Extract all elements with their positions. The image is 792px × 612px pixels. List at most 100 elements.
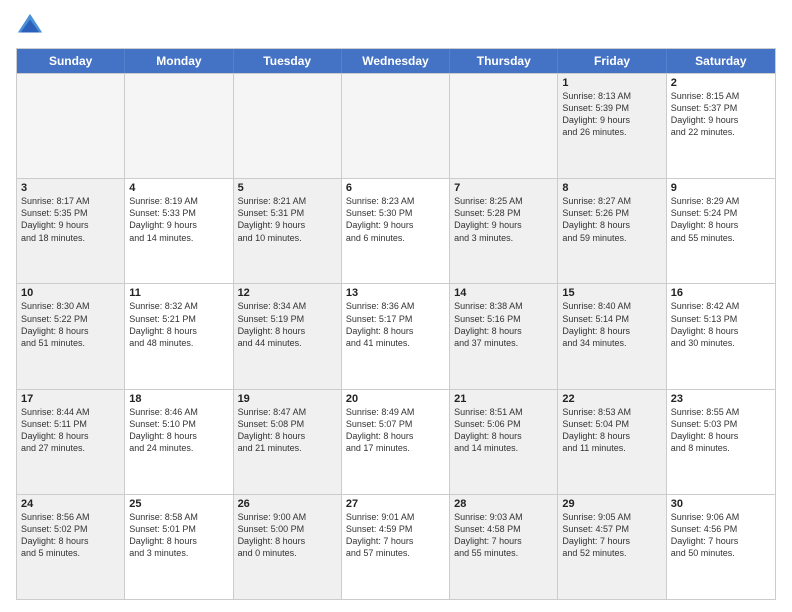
cell-info: Sunrise: 8:21 AM Sunset: 5:31 PM Dayligh… (238, 195, 337, 244)
calendar-cell: 28Sunrise: 9:03 AM Sunset: 4:58 PM Dayli… (450, 495, 558, 599)
day-number: 20 (346, 393, 445, 405)
calendar-cell: 11Sunrise: 8:32 AM Sunset: 5:21 PM Dayli… (125, 284, 233, 388)
calendar-cell: 26Sunrise: 9:00 AM Sunset: 5:00 PM Dayli… (234, 495, 342, 599)
calendar-cell: 2Sunrise: 8:15 AM Sunset: 5:37 PM Daylig… (667, 74, 775, 178)
calendar-cell: 22Sunrise: 8:53 AM Sunset: 5:04 PM Dayli… (558, 390, 666, 494)
cell-info: Sunrise: 8:17 AM Sunset: 5:35 PM Dayligh… (21, 195, 120, 244)
cell-info: Sunrise: 8:46 AM Sunset: 5:10 PM Dayligh… (129, 406, 228, 455)
day-number: 25 (129, 498, 228, 510)
day-number: 3 (21, 182, 120, 194)
calendar-cell (125, 74, 233, 178)
calendar-week-1: 3Sunrise: 8:17 AM Sunset: 5:35 PM Daylig… (17, 178, 775, 283)
day-number: 22 (562, 393, 661, 405)
calendar-cell: 9Sunrise: 8:29 AM Sunset: 5:24 PM Daylig… (667, 179, 775, 283)
day-number: 21 (454, 393, 553, 405)
calendar-cell: 4Sunrise: 8:19 AM Sunset: 5:33 PM Daylig… (125, 179, 233, 283)
calendar-cell: 1Sunrise: 8:13 AM Sunset: 5:39 PM Daylig… (558, 74, 666, 178)
cell-info: Sunrise: 8:29 AM Sunset: 5:24 PM Dayligh… (671, 195, 771, 244)
calendar-cell: 14Sunrise: 8:38 AM Sunset: 5:16 PM Dayli… (450, 284, 558, 388)
day-number: 4 (129, 182, 228, 194)
cell-info: Sunrise: 9:01 AM Sunset: 4:59 PM Dayligh… (346, 511, 445, 560)
day-number: 13 (346, 287, 445, 299)
cell-info: Sunrise: 8:44 AM Sunset: 5:11 PM Dayligh… (21, 406, 120, 455)
calendar-cell: 29Sunrise: 9:05 AM Sunset: 4:57 PM Dayli… (558, 495, 666, 599)
calendar-cell: 12Sunrise: 8:34 AM Sunset: 5:19 PM Dayli… (234, 284, 342, 388)
day-number: 6 (346, 182, 445, 194)
calendar-cell: 20Sunrise: 8:49 AM Sunset: 5:07 PM Dayli… (342, 390, 450, 494)
cell-info: Sunrise: 8:30 AM Sunset: 5:22 PM Dayligh… (21, 300, 120, 349)
header (16, 12, 776, 40)
cell-info: Sunrise: 8:32 AM Sunset: 5:21 PM Dayligh… (129, 300, 228, 349)
calendar-cell: 6Sunrise: 8:23 AM Sunset: 5:30 PM Daylig… (342, 179, 450, 283)
header-day-monday: Monday (125, 49, 233, 73)
calendar-cell: 21Sunrise: 8:51 AM Sunset: 5:06 PM Dayli… (450, 390, 558, 494)
calendar-week-0: 1Sunrise: 8:13 AM Sunset: 5:39 PM Daylig… (17, 73, 775, 178)
calendar-cell: 27Sunrise: 9:01 AM Sunset: 4:59 PM Dayli… (342, 495, 450, 599)
day-number: 24 (21, 498, 120, 510)
cell-info: Sunrise: 8:38 AM Sunset: 5:16 PM Dayligh… (454, 300, 553, 349)
header-day-saturday: Saturday (667, 49, 775, 73)
day-number: 15 (562, 287, 661, 299)
cell-info: Sunrise: 8:58 AM Sunset: 5:01 PM Dayligh… (129, 511, 228, 560)
day-number: 19 (238, 393, 337, 405)
day-number: 14 (454, 287, 553, 299)
calendar-cell (450, 74, 558, 178)
cell-info: Sunrise: 8:53 AM Sunset: 5:04 PM Dayligh… (562, 406, 661, 455)
cell-info: Sunrise: 8:34 AM Sunset: 5:19 PM Dayligh… (238, 300, 337, 349)
calendar-cell: 8Sunrise: 8:27 AM Sunset: 5:26 PM Daylig… (558, 179, 666, 283)
logo (16, 12, 48, 40)
cell-info: Sunrise: 8:49 AM Sunset: 5:07 PM Dayligh… (346, 406, 445, 455)
cell-info: Sunrise: 9:05 AM Sunset: 4:57 PM Dayligh… (562, 511, 661, 560)
calendar-cell: 25Sunrise: 8:58 AM Sunset: 5:01 PM Dayli… (125, 495, 233, 599)
day-number: 12 (238, 287, 337, 299)
page: SundayMondayTuesdayWednesdayThursdayFrid… (0, 0, 792, 612)
calendar-cell: 16Sunrise: 8:42 AM Sunset: 5:13 PM Dayli… (667, 284, 775, 388)
calendar-cell: 18Sunrise: 8:46 AM Sunset: 5:10 PM Dayli… (125, 390, 233, 494)
calendar-cell: 17Sunrise: 8:44 AM Sunset: 5:11 PM Dayli… (17, 390, 125, 494)
day-number: 16 (671, 287, 771, 299)
cell-info: Sunrise: 9:06 AM Sunset: 4:56 PM Dayligh… (671, 511, 771, 560)
cell-info: Sunrise: 8:15 AM Sunset: 5:37 PM Dayligh… (671, 90, 771, 139)
cell-info: Sunrise: 9:03 AM Sunset: 4:58 PM Dayligh… (454, 511, 553, 560)
cell-info: Sunrise: 9:00 AM Sunset: 5:00 PM Dayligh… (238, 511, 337, 560)
day-number: 5 (238, 182, 337, 194)
header-day-wednesday: Wednesday (342, 49, 450, 73)
cell-info: Sunrise: 8:13 AM Sunset: 5:39 PM Dayligh… (562, 90, 661, 139)
calendar-week-3: 17Sunrise: 8:44 AM Sunset: 5:11 PM Dayli… (17, 389, 775, 494)
calendar-cell (342, 74, 450, 178)
calendar-cell: 7Sunrise: 8:25 AM Sunset: 5:28 PM Daylig… (450, 179, 558, 283)
cell-info: Sunrise: 8:55 AM Sunset: 5:03 PM Dayligh… (671, 406, 771, 455)
header-day-thursday: Thursday (450, 49, 558, 73)
day-number: 1 (562, 77, 661, 89)
cell-info: Sunrise: 8:47 AM Sunset: 5:08 PM Dayligh… (238, 406, 337, 455)
calendar-cell: 19Sunrise: 8:47 AM Sunset: 5:08 PM Dayli… (234, 390, 342, 494)
cell-info: Sunrise: 8:36 AM Sunset: 5:17 PM Dayligh… (346, 300, 445, 349)
day-number: 11 (129, 287, 228, 299)
calendar-header-row: SundayMondayTuesdayWednesdayThursdayFrid… (17, 49, 775, 73)
cell-info: Sunrise: 8:23 AM Sunset: 5:30 PM Dayligh… (346, 195, 445, 244)
day-number: 2 (671, 77, 771, 89)
cell-info: Sunrise: 8:40 AM Sunset: 5:14 PM Dayligh… (562, 300, 661, 349)
day-number: 26 (238, 498, 337, 510)
calendar-cell: 23Sunrise: 8:55 AM Sunset: 5:03 PM Dayli… (667, 390, 775, 494)
day-number: 8 (562, 182, 661, 194)
calendar: SundayMondayTuesdayWednesdayThursdayFrid… (16, 48, 776, 600)
calendar-cell: 24Sunrise: 8:56 AM Sunset: 5:02 PM Dayli… (17, 495, 125, 599)
cell-info: Sunrise: 8:19 AM Sunset: 5:33 PM Dayligh… (129, 195, 228, 244)
cell-info: Sunrise: 8:27 AM Sunset: 5:26 PM Dayligh… (562, 195, 661, 244)
day-number: 23 (671, 393, 771, 405)
calendar-cell: 13Sunrise: 8:36 AM Sunset: 5:17 PM Dayli… (342, 284, 450, 388)
day-number: 7 (454, 182, 553, 194)
calendar-cell: 30Sunrise: 9:06 AM Sunset: 4:56 PM Dayli… (667, 495, 775, 599)
day-number: 17 (21, 393, 120, 405)
calendar-body: 1Sunrise: 8:13 AM Sunset: 5:39 PM Daylig… (17, 73, 775, 599)
header-day-friday: Friday (558, 49, 666, 73)
calendar-week-4: 24Sunrise: 8:56 AM Sunset: 5:02 PM Dayli… (17, 494, 775, 599)
day-number: 27 (346, 498, 445, 510)
cell-info: Sunrise: 8:56 AM Sunset: 5:02 PM Dayligh… (21, 511, 120, 560)
calendar-cell: 5Sunrise: 8:21 AM Sunset: 5:31 PM Daylig… (234, 179, 342, 283)
header-day-tuesday: Tuesday (234, 49, 342, 73)
day-number: 9 (671, 182, 771, 194)
header-day-sunday: Sunday (17, 49, 125, 73)
day-number: 28 (454, 498, 553, 510)
